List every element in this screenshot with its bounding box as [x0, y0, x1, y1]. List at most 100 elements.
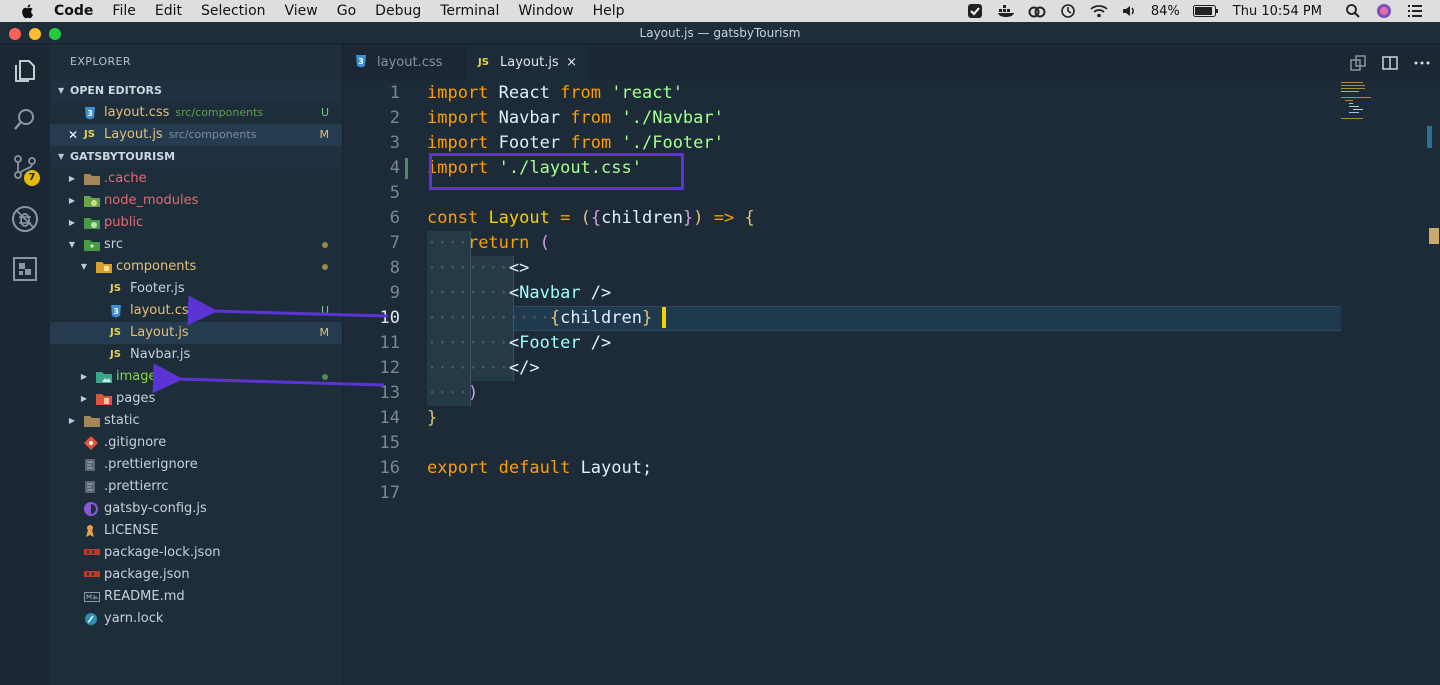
- project-header[interactable]: ▼ GATSBYTOURISM: [50, 146, 342, 168]
- line-number: 7: [389, 233, 400, 253]
- minimap[interactable]: [1341, 80, 1385, 120]
- tree-file[interactable]: .prettierrc: [50, 476, 342, 498]
- battery-icon[interactable]: [1192, 3, 1219, 19]
- explorer-activity-button[interactable]: [0, 48, 50, 94]
- tree-folder[interactable]: ▶ .cache: [50, 168, 342, 190]
- tree-file[interactable]: .gitignore: [50, 432, 342, 454]
- pages-folder-icon: [96, 391, 116, 407]
- spotlight-search-icon[interactable]: [1344, 3, 1362, 19]
- git-file-icon: [84, 435, 104, 451]
- tree-file[interactable]: LICENSE: [50, 520, 342, 542]
- code-token: ············: [427, 308, 550, 328]
- menu-clock[interactable]: Thu 10:54 PM: [1233, 4, 1322, 19]
- tree-file[interactable]: JS Layout.js M: [50, 322, 342, 344]
- chevron-down-icon: ▼: [68, 240, 76, 249]
- code-token: const: [427, 208, 479, 228]
- tree-folder[interactable]: ▶ pages: [50, 388, 342, 410]
- explorer-sidebar: EXPLORER ▼ OPEN EDITORS 3 layout.css src…: [50, 44, 343, 685]
- tree-folder[interactable]: ▶ static: [50, 410, 342, 432]
- scrollbar-position-marker[interactable]: [1427, 126, 1432, 148]
- chevron-down-icon: ▼: [80, 262, 88, 271]
- search-activity-button[interactable]: [0, 97, 50, 143]
- public-folder-icon: [84, 215, 104, 231]
- code-token: ): [693, 208, 704, 228]
- tree-file[interactable]: README.md: [50, 586, 342, 608]
- open-editor-item[interactable]: ✕ JS Layout.js src/components M: [50, 124, 342, 146]
- tab-layout-js[interactable]: JS Layout.js ×: [466, 44, 589, 81]
- apple-icon[interactable]: [20, 3, 36, 19]
- menu-app-name[interactable]: Code: [54, 0, 93, 22]
- docker-icon[interactable]: [997, 3, 1015, 19]
- line-number: 4: [389, 158, 400, 178]
- zoom-window-button[interactable]: [49, 28, 61, 40]
- notification-center-icon[interactable]: [1406, 3, 1424, 19]
- code-token: import: [427, 108, 489, 128]
- close-tab-icon[interactable]: ×: [566, 55, 577, 70]
- creative-cloud-icon[interactable]: [1028, 3, 1046, 19]
- code-token: =: [560, 208, 571, 228]
- code-token: {: [744, 208, 755, 228]
- code-line: ············{children}: [427, 306, 652, 331]
- open-changes-icon[interactable]: [1349, 54, 1367, 72]
- menu-window[interactable]: Window: [518, 0, 573, 22]
- menu-file[interactable]: File: [112, 0, 135, 22]
- code-token: import: [427, 83, 489, 103]
- tree-folder[interactable]: ▼ src: [50, 234, 342, 256]
- more-actions-icon[interactable]: [1413, 54, 1431, 72]
- time-machine-icon[interactable]: [1059, 3, 1077, 19]
- js-file-icon: JS: [478, 57, 489, 68]
- prettier-file-icon: [84, 479, 104, 495]
- minimize-window-button[interactable]: [29, 28, 41, 40]
- tree-file[interactable]: yarn.lock: [50, 608, 342, 630]
- extensions-activity-button[interactable]: [0, 246, 50, 292]
- folder-icon: [84, 171, 104, 187]
- close-editor-icon[interactable]: ✕: [68, 124, 84, 146]
- editor-tab-bar: 3 layout.css JS Layout.js ×: [343, 44, 1440, 81]
- modified-dot: [322, 264, 328, 270]
- tree-file[interactable]: JS Footer.js: [50, 278, 342, 300]
- svg-text:3: 3: [87, 109, 93, 118]
- images-folder-icon: [96, 369, 116, 385]
- menu-edit[interactable]: Edit: [155, 0, 182, 22]
- collapse-icon: ▼: [58, 86, 65, 95]
- code-token: Footer: [519, 333, 581, 353]
- open-editors-header[interactable]: ▼ OPEN EDITORS: [50, 80, 342, 102]
- split-editor-icon[interactable]: [1381, 54, 1399, 72]
- menu-selection[interactable]: Selection: [201, 0, 266, 22]
- line-number: 5: [389, 183, 400, 203]
- tree-file[interactable]: 3 layout.css U: [50, 300, 342, 322]
- menu-terminal[interactable]: Terminal: [440, 0, 499, 22]
- code-line: ········<>: [427, 256, 529, 281]
- tree-file[interactable]: package-lock.json: [50, 542, 342, 564]
- tree-file[interactable]: gatsby-config.js: [50, 498, 342, 520]
- checklist-icon[interactable]: [966, 3, 984, 19]
- open-editor-item[interactable]: 3 layout.css src/components U: [50, 102, 342, 124]
- tree-file[interactable]: .prettierignore: [50, 454, 342, 476]
- siri-icon[interactable]: [1375, 3, 1393, 19]
- menu-go[interactable]: Go: [337, 0, 356, 22]
- line-number: 17: [379, 483, 400, 503]
- explorer-title: EXPLORER: [70, 55, 131, 68]
- code-line: }: [427, 406, 437, 431]
- tree-folder[interactable]: ▼ components: [50, 256, 342, 278]
- menu-help[interactable]: Help: [593, 0, 625, 22]
- folder-icon: [84, 413, 104, 429]
- close-window-button[interactable]: [9, 28, 21, 40]
- tree-file[interactable]: package.json: [50, 564, 342, 586]
- menu-view[interactable]: View: [285, 0, 318, 22]
- volume-icon[interactable]: [1121, 3, 1139, 19]
- scrollbar-thumb[interactable]: [1429, 228, 1439, 244]
- debug-activity-button[interactable]: [0, 196, 50, 242]
- tab-layout-css[interactable]: 3 layout.css: [343, 44, 465, 81]
- chevron-right-icon: ▶: [68, 218, 76, 227]
- tree-folder[interactable]: ▶ images: [50, 366, 342, 388]
- tree-file[interactable]: JS Navbar.js: [50, 344, 342, 366]
- css-file-icon: 3: [110, 303, 130, 319]
- wifi-icon[interactable]: [1090, 3, 1108, 19]
- code-token: ········: [427, 358, 509, 378]
- tree-folder[interactable]: ▶ public: [50, 212, 342, 234]
- menu-debug[interactable]: Debug: [375, 0, 421, 22]
- tree-folder[interactable]: ▶ node_modules: [50, 190, 342, 212]
